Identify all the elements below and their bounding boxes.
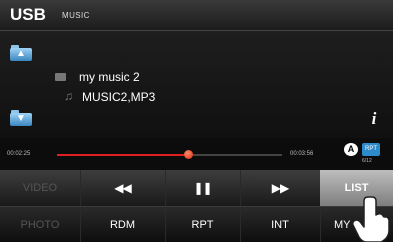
mode-label: MUSIC — [62, 11, 90, 20]
progress-fill — [57, 154, 188, 156]
total-time: 00:03:56 — [290, 151, 314, 157]
folder-icon — [55, 73, 66, 81]
progress-area: 00:02:25 00:03:56 A RPT 6/12 — [0, 138, 393, 170]
repeat-button[interactable]: RPT — [165, 207, 241, 242]
repeat-badge: RPT — [362, 143, 380, 156]
file-name: MUSIC2,MP3 — [82, 90, 156, 104]
file-browser: ▲ my music 2 ♫ MUSIC2,MP3 ▼ i — [0, 31, 393, 138]
video-button[interactable]: VIDEO — [0, 170, 81, 206]
info-button[interactable]: i — [366, 109, 382, 128]
elapsed-time: 00:02:25 — [7, 151, 31, 157]
arrow-down-icon: ▼ — [16, 113, 26, 124]
progress-knob[interactable] — [183, 150, 193, 159]
intro-button[interactable]: INT — [240, 207, 321, 242]
folder-up-button[interactable]: ▲ — [10, 45, 32, 61]
pointing-hand-icon — [352, 196, 390, 242]
track-count: 6/12 — [362, 158, 372, 164]
arrow-up-icon: ▲ — [16, 48, 26, 59]
folder-name: my music 2 — [79, 70, 140, 84]
photo-button[interactable]: PHOTO — [0, 207, 81, 242]
pause-icon: ❚❚ — [193, 181, 212, 195]
next-track-icon: ▶▶ — [271, 181, 289, 195]
previous-track-icon: ◀◀ — [114, 181, 131, 195]
header-bar: USB MUSIC — [0, 0, 393, 31]
source-label: USB — [10, 5, 46, 24]
next-button[interactable]: ▶▶ — [240, 170, 321, 206]
random-button[interactable]: RDM — [80, 207, 166, 242]
previous-button[interactable]: ◀◀ — [80, 170, 166, 206]
folder-down-button[interactable]: ▼ — [10, 110, 32, 126]
music-note-icon: ♫ — [64, 89, 73, 103]
pause-button[interactable]: ❚❚ — [165, 170, 241, 206]
screen: USB MUSIC ▲ my music 2 ♫ MUSIC2,MP3 ▼ i … — [0, 0, 393, 242]
control-bar: VIDEO ◀◀ ❚❚ ▶▶ LIST — [0, 170, 393, 206]
a-badge: A — [344, 143, 358, 156]
progress-track[interactable] — [57, 150, 282, 159]
mode-bar: PHOTO RDM RPT INT MY — [0, 206, 393, 242]
